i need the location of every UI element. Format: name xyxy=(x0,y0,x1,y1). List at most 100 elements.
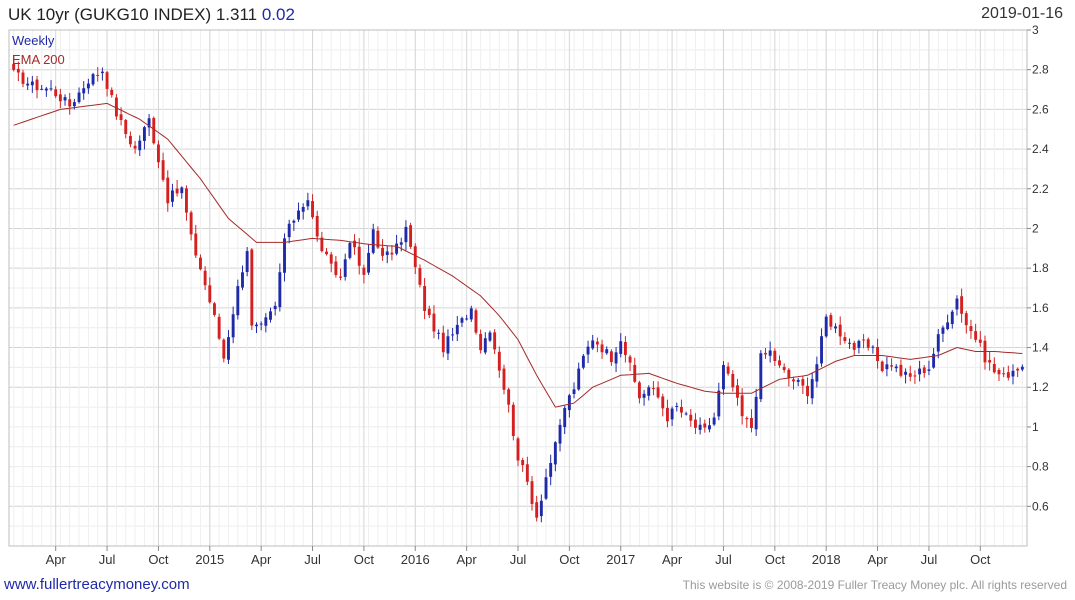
candle-body xyxy=(549,462,553,477)
candle-body xyxy=(913,375,917,377)
candle-body xyxy=(577,368,581,390)
candle xyxy=(782,363,786,373)
candle xyxy=(904,368,908,384)
y-tick-label: 1.6 xyxy=(1032,301,1049,315)
candle-body xyxy=(810,379,814,399)
candle-body xyxy=(306,200,310,207)
x-tick-label: Jul xyxy=(99,552,116,567)
candle-body xyxy=(77,92,81,103)
candle-body xyxy=(637,382,641,399)
candle-body xyxy=(890,365,894,367)
candle xyxy=(390,245,394,261)
candle-body xyxy=(642,393,646,398)
candle xyxy=(26,77,30,90)
candle xyxy=(507,387,511,413)
candle xyxy=(656,381,660,399)
site-link[interactable]: www.fullertreacymoney.com xyxy=(4,576,190,593)
candle xyxy=(30,75,34,93)
candle-body xyxy=(651,388,655,390)
candle-body xyxy=(217,316,221,339)
candle xyxy=(395,234,399,256)
candle-body xyxy=(427,308,431,315)
candle-body xyxy=(740,395,744,417)
candle-body xyxy=(128,135,132,145)
candle-body xyxy=(479,333,483,351)
candle-body xyxy=(927,369,931,371)
candle xyxy=(577,362,581,391)
candle-body xyxy=(950,311,954,325)
candle-body xyxy=(778,360,781,366)
candle-body xyxy=(1006,372,1010,378)
candle-body xyxy=(558,424,562,444)
y-tick-label: 1.2 xyxy=(1032,380,1049,394)
candle-body xyxy=(834,326,837,329)
candle xyxy=(936,329,940,359)
candle xyxy=(698,417,702,435)
candle-body xyxy=(189,212,193,235)
candle xyxy=(544,468,548,500)
candle-body xyxy=(241,272,244,288)
candle xyxy=(806,377,809,405)
candle-body xyxy=(507,389,511,405)
candle xyxy=(754,388,758,436)
candle-body xyxy=(16,68,20,73)
x-tick-label: Apr xyxy=(46,552,67,567)
candle-body xyxy=(502,368,506,390)
candle xyxy=(619,333,623,358)
candle xyxy=(381,239,385,261)
candle xyxy=(642,389,646,406)
candle xyxy=(259,321,263,331)
x-tick-label: Oct xyxy=(354,552,375,567)
candle-body xyxy=(539,500,543,517)
candle xyxy=(862,334,866,349)
candle xyxy=(432,305,436,339)
candle xyxy=(871,345,875,354)
candle xyxy=(362,264,366,284)
candle xyxy=(992,357,996,374)
candle xyxy=(185,185,188,221)
candle xyxy=(866,337,870,351)
candle xyxy=(245,247,249,277)
x-tick-label: Jul xyxy=(304,552,321,567)
candle-body xyxy=(273,305,277,310)
candle-body xyxy=(992,364,996,373)
candle-body xyxy=(904,371,908,375)
candle xyxy=(180,186,184,199)
candle xyxy=(661,393,665,417)
candle-body xyxy=(581,355,585,368)
candle-body xyxy=(250,249,254,326)
candle-body xyxy=(1011,370,1015,377)
candle xyxy=(124,118,128,139)
candle-body xyxy=(371,229,375,253)
candle-body xyxy=(922,367,926,374)
candle xyxy=(105,70,109,97)
candle-body xyxy=(955,298,959,310)
candle xyxy=(885,356,889,377)
candle xyxy=(91,72,95,87)
candle xyxy=(227,330,230,364)
candle-body xyxy=(138,140,142,151)
candle-body xyxy=(269,311,272,320)
candle-body xyxy=(385,251,389,256)
candle-body xyxy=(609,351,613,363)
candle xyxy=(969,319,973,339)
candle-body xyxy=(698,424,702,430)
candle xyxy=(787,367,791,387)
legend-ema: EMA 200 xyxy=(12,52,65,67)
candle-body xyxy=(133,145,137,149)
candle xyxy=(166,170,170,212)
candle xyxy=(521,457,525,472)
candle-body xyxy=(731,373,735,388)
candle xyxy=(441,325,445,358)
candle xyxy=(614,347,618,373)
candle xyxy=(488,330,492,342)
candle xyxy=(628,354,632,371)
candle-body xyxy=(792,379,795,382)
candle-body xyxy=(483,338,487,353)
candle xyxy=(750,409,753,433)
candle-body xyxy=(334,261,338,276)
candle-body xyxy=(988,359,992,363)
candle-body xyxy=(717,390,721,417)
candle-body xyxy=(297,210,300,220)
candle-body xyxy=(586,346,590,355)
